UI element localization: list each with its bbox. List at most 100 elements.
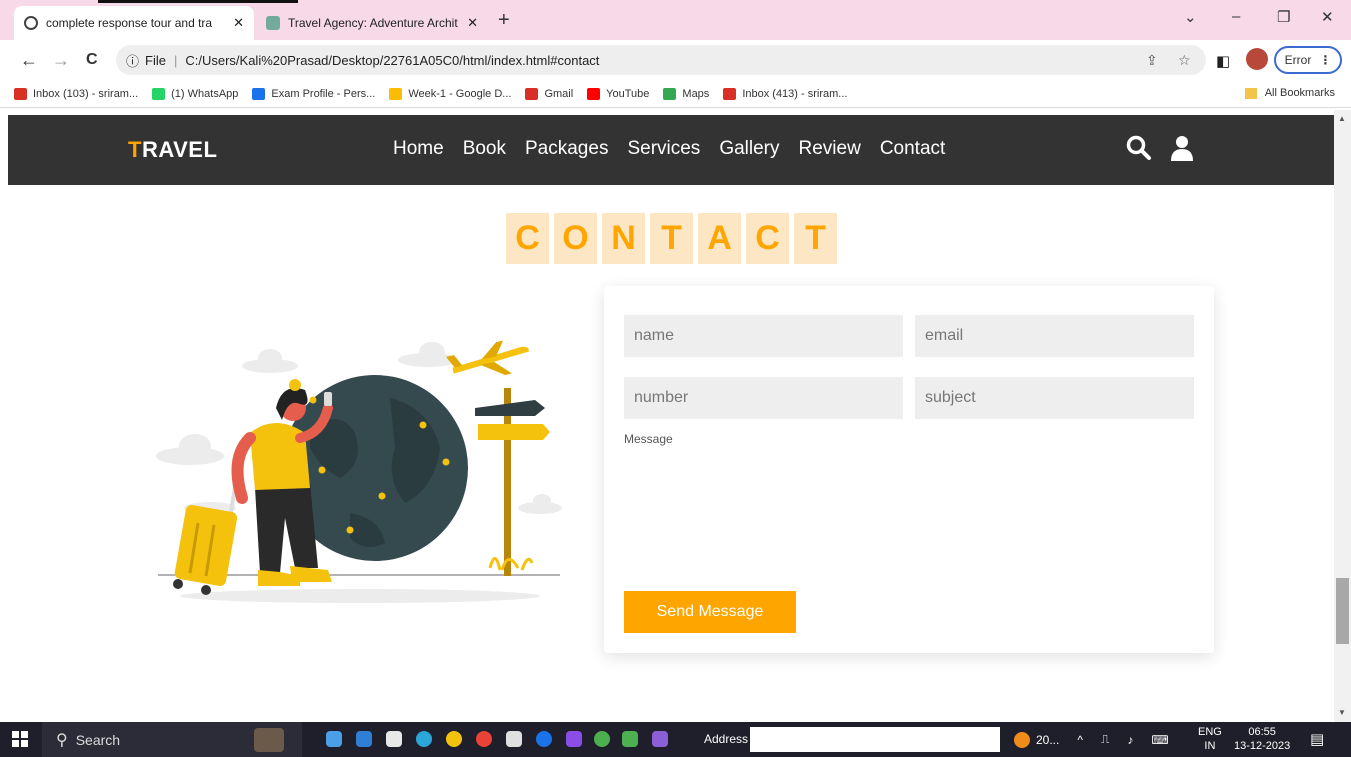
language-indicator[interactable]: ENG IN (1198, 725, 1222, 753)
app-icon[interactable] (506, 731, 522, 747)
nav-gallery[interactable]: Gallery (719, 138, 779, 160)
close-tab-icon[interactable]: ✕ (467, 15, 478, 31)
bookmark-label: YouTube (606, 87, 650, 100)
minimize-button[interactable]: – (1232, 8, 1240, 25)
info-icon[interactable]: ⓘ (126, 51, 139, 70)
bookmark-label: Inbox (103) - sriram... (33, 87, 139, 100)
youtube-icon (587, 87, 601, 100)
heading-letter: O (554, 213, 597, 264)
gmail-icon (14, 87, 27, 100)
restore-button[interactable]: ❐ (1277, 8, 1290, 26)
message-textarea[interactable] (624, 448, 1195, 578)
browser-tab-bar: complete response tour and tra ✕ Travel … (0, 0, 1351, 40)
search-icon[interactable] (1126, 135, 1152, 161)
tab-active[interactable]: complete response tour and tra ✕ (14, 6, 254, 40)
search-highlight-image (254, 727, 284, 752)
share-icon[interactable]: ⇪ (1146, 52, 1158, 69)
network-icon[interactable]: ⎍ (1101, 732, 1109, 747)
notes-icon[interactable] (622, 731, 638, 747)
email-input[interactable] (915, 315, 1194, 357)
notification-icon[interactable]: ▤ (1310, 730, 1324, 748)
bookmark-item[interactable]: (1) WhatsApp (152, 87, 238, 100)
region-code: IN (1204, 740, 1216, 752)
name-input[interactable] (624, 315, 903, 357)
number-input[interactable] (624, 377, 903, 419)
star-icon[interactable]: ☆ (1178, 52, 1191, 69)
bookmark-item[interactable]: Inbox (103) - sriram... (14, 87, 139, 100)
heading-letter: A (698, 213, 741, 264)
all-bookmarks-button[interactable]: All Bookmarks (1244, 87, 1335, 99)
chrome-icon[interactable] (446, 731, 462, 747)
side-panel-icon[interactable]: ◧ (1216, 52, 1230, 70)
close-tab-icon[interactable]: ✕ (233, 15, 244, 31)
heading-letter: N (602, 213, 645, 264)
heading-letter: C (746, 213, 789, 264)
bookmark-item[interactable]: Inbox (413) - sriram... (723, 87, 847, 100)
message-label: Message (624, 432, 673, 446)
user-icon[interactable] (1170, 135, 1194, 161)
brave-icon[interactable] (566, 731, 582, 747)
site-logo[interactable]: TRAVEL (128, 137, 217, 163)
store-icon[interactable] (386, 731, 402, 747)
taskbar-search[interactable]: ⚲ Search (42, 722, 302, 757)
new-tab-button[interactable]: + (498, 9, 510, 32)
file-explorer-icon[interactable] (326, 731, 342, 747)
subject-input[interactable] (915, 377, 1194, 419)
nav-home[interactable]: Home (393, 138, 444, 160)
maps-icon (663, 87, 677, 100)
edge-icon[interactable] (416, 731, 432, 747)
profile-avatar[interactable] (1246, 48, 1268, 70)
visual-studio-icon[interactable] (652, 731, 668, 747)
weather-icon[interactable] (1014, 731, 1030, 748)
system-tray: 20... ^ ⎍ ♪ ⌨ (1010, 722, 1169, 757)
scroll-up-icon[interactable]: ▲ (1338, 114, 1346, 123)
bookmark-item[interactable]: Gmail (525, 87, 573, 100)
all-bookmarks-label: All Bookmarks (1264, 87, 1335, 99)
scroll-down-icon[interactable]: ▼ (1338, 708, 1346, 717)
bookmark-item[interactable]: Exam Profile - Pers... (252, 87, 375, 100)
reload-button[interactable]: C (86, 51, 98, 69)
chatgpt-icon (266, 16, 280, 30)
volume-icon[interactable]: ♪ (1127, 733, 1133, 747)
heading-letter: T (794, 213, 837, 264)
weather-text[interactable]: 20... (1036, 733, 1059, 747)
opera-icon[interactable] (476, 731, 492, 747)
scroll-thumb[interactable] (1336, 578, 1349, 644)
windows-taskbar: ⚲ Search Address 20... ^ ⎍ ♪ ⌨ ENG IN 06… (0, 722, 1351, 757)
chevron-up-icon[interactable]: ^ (1077, 733, 1083, 747)
nav-review[interactable]: Review (799, 138, 861, 160)
bookmark-label: Week-1 - Google D... (408, 87, 512, 100)
contact-form: Message Send Message (604, 286, 1214, 653)
heading-letter: C (506, 213, 549, 264)
back-button[interactable]: ← (20, 50, 38, 71)
tab-inactive[interactable]: Travel Agency: Adventure Archit ✕ (256, 6, 488, 40)
taskbar-clock[interactable]: 06:55 13-12-2023 (1234, 725, 1290, 753)
address-toolbar-input[interactable] (750, 727, 1000, 752)
menu-dots-icon[interactable]: ⋮ (1319, 53, 1331, 67)
page-scrollbar[interactable]: ▲ ▼ (1334, 110, 1351, 722)
chrome-active-icon[interactable] (594, 731, 610, 747)
send-message-button[interactable]: Send Message (624, 591, 796, 633)
language-code: ENG (1198, 726, 1222, 738)
skype-icon[interactable] (536, 731, 552, 747)
address-bar[interactable]: ⓘ File | C:/Users/Kali%20Prasad/Desktop/… (116, 45, 1206, 75)
main-nav: Home Book Packages Services Gallery Revi… (393, 138, 964, 160)
forward-button[interactable]: → (52, 50, 70, 71)
bookmark-item[interactable]: YouTube (587, 87, 650, 100)
bookmark-item[interactable]: Maps (663, 87, 709, 100)
keyboard-icon[interactable]: ⌨ (1151, 733, 1168, 747)
nav-packages[interactable]: Packages (525, 138, 608, 160)
mail-icon[interactable] (356, 731, 372, 747)
close-window-button[interactable]: ✕ (1321, 8, 1334, 26)
bookmark-item[interactable]: Week-1 - Google D... (389, 87, 512, 100)
error-button[interactable]: Error ⋮ (1274, 46, 1342, 74)
nav-book[interactable]: Book (463, 138, 506, 160)
windows-start-icon[interactable] (12, 731, 28, 747)
tab-title: Travel Agency: Adventure Archit (288, 16, 458, 30)
nav-services[interactable]: Services (627, 138, 700, 160)
tab-search-icon[interactable]: ⌄ (1184, 8, 1197, 26)
taskbar-search-label: Search (75, 731, 121, 748)
url-text[interactable]: C:/Users/Kali%20Prasad/Desktop/22761A05C… (185, 53, 599, 68)
browser-toolbar: ← → C ⓘ File | C:/Users/Kali%20Prasad/De… (0, 40, 1351, 80)
nav-contact[interactable]: Contact (880, 138, 945, 160)
